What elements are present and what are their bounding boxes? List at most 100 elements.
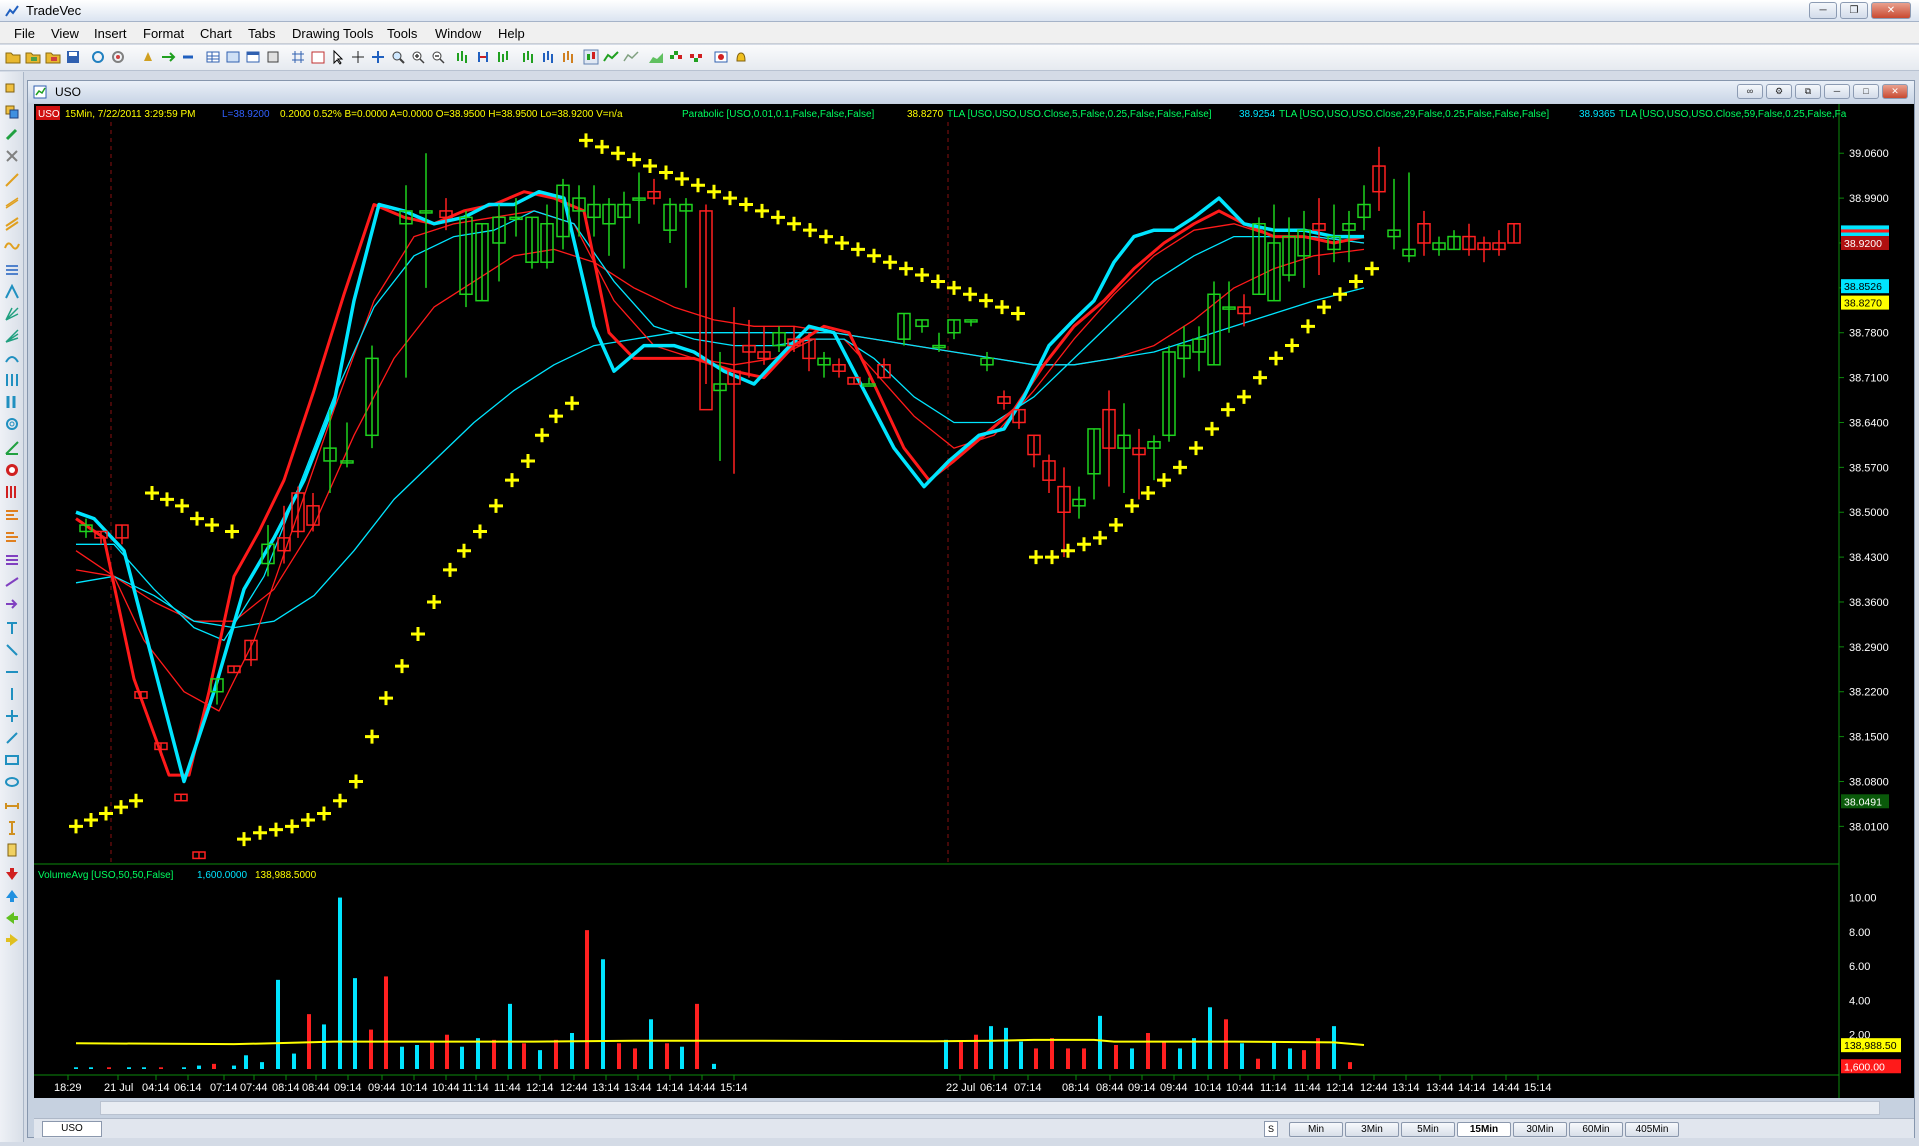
cross-line-icon[interactable] xyxy=(4,708,20,724)
ruler-tool-icon[interactable] xyxy=(4,842,20,858)
ray-tool-icon[interactable] xyxy=(4,194,20,210)
channel-tool-icon[interactable] xyxy=(4,216,20,232)
open-workspace-icon[interactable] xyxy=(25,49,41,65)
left-arrow-marker-icon[interactable] xyxy=(4,910,20,926)
menu-view[interactable]: View xyxy=(51,26,79,41)
eraser-tool-icon[interactable] xyxy=(4,148,20,164)
trendline-tool-icon[interactable] xyxy=(4,172,20,188)
bars-pattern-icon[interactable] xyxy=(4,484,20,500)
tf-405min[interactable]: 405Min xyxy=(1625,1122,1679,1137)
menu-tabs[interactable]: Tabs xyxy=(248,26,275,41)
pitchfork-tool-icon[interactable] xyxy=(4,284,20,300)
vlines-tool-icon[interactable] xyxy=(4,394,20,410)
tf-min[interactable]: Min xyxy=(1289,1122,1343,1137)
bell-alert-icon[interactable] xyxy=(140,49,156,65)
crosshair-icon[interactable] xyxy=(350,49,366,65)
price-range-icon[interactable] xyxy=(4,820,20,836)
rectangle-tool-icon[interactable] xyxy=(4,752,20,768)
wave-tool-icon[interactable] xyxy=(4,238,20,254)
circle-red-icon[interactable] xyxy=(4,462,20,478)
zoom-in-icon[interactable] xyxy=(410,49,426,65)
menu-drawing-tools[interactable]: Drawing Tools xyxy=(292,26,373,41)
pointer-icon[interactable] xyxy=(330,49,346,65)
brush-tool-icon[interactable] xyxy=(4,730,20,746)
minimize-button[interactable]: ─ xyxy=(1809,2,1837,19)
hlines-tool-icon[interactable] xyxy=(4,262,20,278)
arrows-icon[interactable] xyxy=(160,49,176,65)
zoom-out-icon[interactable] xyxy=(430,49,446,65)
tf-3min[interactable]: 3Min xyxy=(1345,1122,1399,1137)
spiral-tool-icon[interactable] xyxy=(4,416,20,432)
save-icon[interactable] xyxy=(65,49,81,65)
open-folder-icon[interactable] xyxy=(5,49,21,65)
vertical-line-icon[interactable] xyxy=(4,686,20,702)
pencil-tool-icon[interactable] xyxy=(4,126,20,142)
menu-file[interactable]: File xyxy=(14,26,35,41)
area-chart-icon[interactable] xyxy=(648,49,664,65)
fan-tool-icon[interactable] xyxy=(4,328,20,344)
calendar-icon[interactable] xyxy=(310,49,326,65)
tf-60min[interactable]: 60Min xyxy=(1569,1122,1623,1137)
cycle-tool-icon[interactable] xyxy=(4,372,20,388)
fib-time-icon[interactable] xyxy=(4,552,20,568)
menu-insert[interactable]: Insert xyxy=(94,26,127,41)
arc-tool-icon[interactable] xyxy=(4,350,20,366)
ohlc-icon[interactable] xyxy=(520,49,536,65)
line-chart-icon[interactable] xyxy=(603,49,619,65)
menu-help[interactable]: Help xyxy=(498,26,525,41)
horizontal-scrollbar[interactable] xyxy=(100,1101,1880,1115)
menu-window[interactable]: Window xyxy=(435,26,481,41)
menu-format[interactable]: Format xyxy=(143,26,184,41)
regression-icon[interactable] xyxy=(4,574,20,590)
kagi-icon[interactable] xyxy=(688,49,704,65)
chart-maximize-button[interactable]: □ xyxy=(1853,84,1879,99)
chart-minimize-button[interactable]: ─ xyxy=(1824,84,1850,99)
chart-settings-button[interactable]: ⚙ xyxy=(1766,84,1792,99)
window-icon[interactable] xyxy=(245,49,261,65)
s-button[interactable]: S xyxy=(1264,1121,1278,1137)
gann-tool-icon[interactable] xyxy=(4,306,20,322)
line-segment-icon[interactable] xyxy=(4,642,20,658)
tf-30min[interactable]: 30Min xyxy=(1513,1122,1567,1137)
bar-chart-icon[interactable] xyxy=(455,49,471,65)
tf-5min[interactable]: 5Min xyxy=(1401,1122,1455,1137)
ohlc-bars-icon[interactable] xyxy=(495,49,511,65)
arrow-tool-icon[interactable] xyxy=(4,596,20,612)
price-chart[interactable]: USO 15Min, 7/22/2011 3:29:59 PM L=38.920… xyxy=(34,104,1914,1098)
renko-icon[interactable] xyxy=(668,49,684,65)
horizontal-line-icon[interactable] xyxy=(4,664,20,680)
export-icon[interactable] xyxy=(265,49,281,65)
down-arrow-marker-icon[interactable] xyxy=(4,866,20,882)
candlestick-icon[interactable] xyxy=(583,49,599,65)
open-template-icon[interactable] xyxy=(45,49,61,65)
fib-retracement-icon[interactable] xyxy=(4,508,20,524)
bell-icon[interactable] xyxy=(733,49,749,65)
symbol-tab-uso[interactable]: USO xyxy=(42,1121,102,1137)
magnifier-icon[interactable] xyxy=(390,49,406,65)
chart-close-button[interactable]: ✕ xyxy=(1882,84,1908,99)
multi-select-icon[interactable] xyxy=(4,104,20,120)
tf-15min[interactable]: 15Min xyxy=(1457,1122,1511,1137)
speed-lines-icon[interactable] xyxy=(4,440,20,456)
chart-link-button[interactable]: ∞ xyxy=(1737,84,1763,99)
grid-icon[interactable] xyxy=(290,49,306,65)
select-tool-icon[interactable] xyxy=(4,82,20,98)
up-arrow-marker-icon[interactable] xyxy=(4,888,20,904)
right-arrow-marker-icon[interactable] xyxy=(4,932,20,948)
bar-up-icon[interactable] xyxy=(475,49,491,65)
hlc-icon[interactable] xyxy=(540,49,556,65)
refresh-icon[interactable] xyxy=(90,49,106,65)
chart-detach-button[interactable]: ⧉ xyxy=(1795,84,1821,99)
menu-tools[interactable]: Tools xyxy=(387,26,417,41)
layout-icon[interactable] xyxy=(225,49,241,65)
measure-tool-icon[interactable] xyxy=(4,798,20,814)
link-icon[interactable] xyxy=(180,49,196,65)
table-icon[interactable] xyxy=(205,49,221,65)
fib-extension-icon[interactable] xyxy=(4,530,20,546)
dot-bars-icon[interactable] xyxy=(560,49,576,65)
line-chart-alt-icon[interactable] xyxy=(623,49,639,65)
settings-icon[interactable] xyxy=(110,49,126,65)
crosshair-cursor-icon[interactable] xyxy=(370,49,386,65)
close-button[interactable]: ✕ xyxy=(1871,2,1911,19)
restore-button[interactable]: ❐ xyxy=(1840,2,1868,19)
